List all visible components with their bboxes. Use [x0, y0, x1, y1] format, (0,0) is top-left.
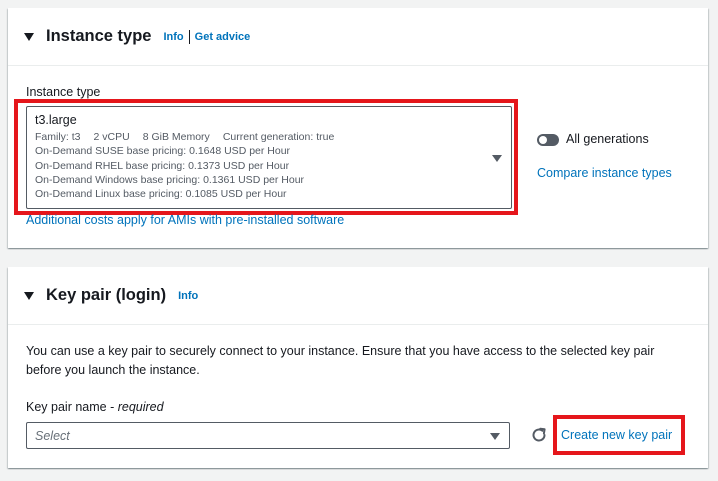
key-pair-label-text: Key pair name [26, 400, 107, 414]
create-new-key-pair-link[interactable]: Create new key pair [561, 428, 672, 442]
refresh-icon[interactable] [530, 426, 548, 444]
key-pair-name-label: Key pair name - required [26, 400, 164, 414]
get-advice-link[interactable]: Get advice [195, 31, 251, 43]
collapse-caret-icon[interactable] [24, 32, 34, 41]
instance-type-info-link[interactable]: Info [163, 31, 183, 43]
pricing-suse: On-Demand SUSE base pricing: 0.1648 USD … [35, 145, 291, 158]
dropdown-caret-icon [492, 155, 502, 162]
instance-type-panel: Instance type Info Get advice Instance ty… [8, 8, 708, 248]
instance-family: Family: t3 [35, 131, 81, 143]
key-pair-select[interactable]: Select [26, 422, 510, 449]
key-pair-info-link[interactable]: Info [178, 290, 198, 302]
key-pair-description: You can use a key pair to securely conne… [26, 344, 655, 377]
additional-costs-link[interactable]: Additional costs apply for AMIs with pre… [26, 213, 344, 227]
instance-type-field-label: Instance type [26, 85, 101, 99]
pricing-windows: On-Demand Windows base pricing: 0.1361 U… [35, 173, 305, 186]
collapse-caret-icon[interactable] [24, 291, 34, 300]
toggle-knob [539, 136, 547, 144]
compare-instance-types-link[interactable]: Compare instance types [537, 166, 672, 180]
key-pair-placeholder: Select [35, 429, 70, 443]
instance-meta-row: Family: t3 2 vCPU 8 GiB Memory Current gene… [35, 130, 347, 144]
pricing-rhel: On-Demand RHEL base pricing: 0.1373 USD … [35, 159, 290, 172]
key-pair-panel: Key pair (login) Info You can use a key … [8, 267, 708, 468]
instance-generation: Current generation: true [222, 131, 335, 143]
instance-details: Family: t3 2 vCPU 8 GiB Memory Current gene… [35, 130, 347, 201]
pricing-linux: On-Demand Linux base pricing: 0.1085 USD… [35, 188, 287, 201]
dropdown-caret-icon [490, 433, 500, 440]
key-pair-title: Key pair (login) [46, 286, 167, 304]
separator [188, 29, 190, 44]
instance-vcpu: 2 vCPU [93, 131, 130, 143]
key-pair-header[interactable]: Key pair (login) Info [8, 267, 708, 325]
all-generations-toggle[interactable] [537, 134, 559, 146]
required-marker: required [117, 400, 164, 414]
selected-instance-name: t3.large [35, 113, 77, 127]
instance-memory: 8 GiB Memory [142, 131, 210, 143]
all-generations-label: All generations [566, 132, 649, 146]
instance-type-title: Instance type [46, 27, 152, 45]
instance-type-select[interactable]: t3.large Family: t3 2 vCPU 8 GiB Memory Cur… [26, 106, 512, 209]
instance-type-header[interactable]: Instance type Info Get advice [8, 8, 708, 66]
